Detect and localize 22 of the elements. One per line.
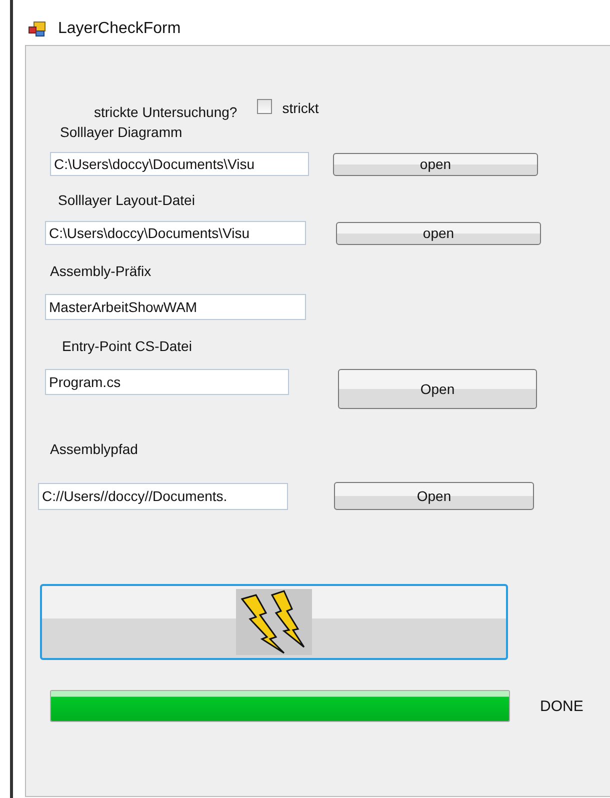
run-button[interactable]: [40, 584, 508, 660]
input-field[interactable]: Program.cs: [45, 369, 289, 395]
input-field[interactable]: MasterArbeitShowWAM: [45, 294, 306, 320]
input-field[interactable]: C:\Users\doccy\Documents\Visu: [50, 152, 309, 176]
open-button[interactable]: Open: [338, 369, 537, 409]
app-icon: [28, 21, 46, 37]
window-title: LayerCheckForm: [58, 20, 181, 38]
input-field[interactable]: C:\Users\doccy\Documents\Visu: [45, 221, 306, 245]
lightning-icon: [236, 589, 312, 655]
open-button[interactable]: Open: [334, 482, 534, 510]
field-label: Assembly-Präfix: [50, 263, 152, 279]
input-field[interactable]: C://Users//doccy//Documents.: [38, 482, 288, 510]
open-button[interactable]: open: [336, 222, 541, 244]
status-label: DONE: [540, 698, 584, 714]
field-label: Solllayer Diagramm: [60, 124, 184, 140]
field-label: Entry-Point CS-Datei: [62, 338, 193, 354]
field-label: Solllayer Layout-Datei: [58, 192, 196, 208]
strict-checkbox[interactable]: [257, 98, 272, 114]
checkbox-label: strickt: [282, 100, 319, 116]
open-button[interactable]: open: [333, 152, 538, 176]
strict-label: strickte Untersuchung?: [94, 103, 238, 120]
field-label: Assemblypfad: [50, 441, 139, 457]
